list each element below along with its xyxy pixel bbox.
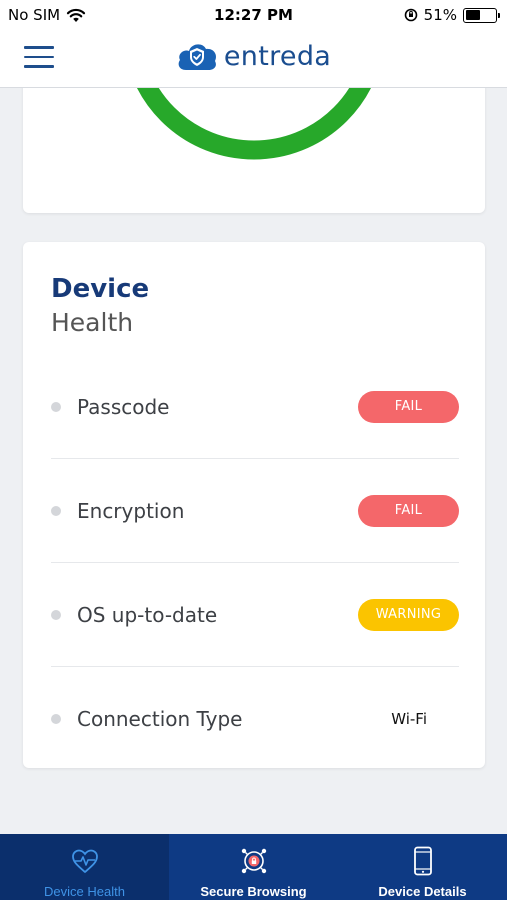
row-label: Passcode [77, 394, 170, 419]
status-right: 51% [404, 6, 500, 24]
row-label: Encryption [77, 498, 185, 523]
health-row-os: OS up-to-date WARNING [51, 563, 459, 667]
score-ring [137, 88, 371, 160]
scroll-content[interactable]: Device Health Passcode FAIL Encryption F… [0, 88, 507, 834]
battery-icon [463, 7, 500, 23]
heart-pulse-icon [71, 849, 98, 874]
bullet-dot [51, 401, 61, 412]
tab-label: Secure Browsing [200, 884, 307, 899]
phone-icon [413, 846, 432, 876]
secure-browsing-icon [241, 848, 266, 874]
tab-device-details[interactable]: Device Details [338, 834, 507, 900]
bullet-dot [51, 609, 61, 620]
tab-device-health[interactable]: Device Health [0, 834, 169, 900]
tab-secure-browsing[interactable]: Secure Browsing [169, 834, 338, 900]
health-row-passcode: Passcode FAIL [51, 355, 459, 459]
status-badge: WARNING [358, 598, 459, 631]
row-label: OS up-to-date [77, 602, 218, 627]
cloud-shield-icon [178, 44, 216, 70]
bottom-tab-bar: Device Health Secure Browsing Device Det… [0, 834, 507, 900]
device-health-card: Device Health Passcode FAIL Encryption F… [23, 242, 485, 768]
status-badge: FAIL [358, 390, 459, 423]
battery-fill [465, 10, 481, 20]
status-bar: No SIM 12:27 PM 51% [0, 0, 507, 30]
health-row-encryption: Encryption FAIL [51, 459, 459, 563]
score-card [23, 88, 485, 213]
status-badge: FAIL [358, 494, 459, 527]
tab-label: Device Health [44, 884, 125, 899]
bullet-dot [51, 505, 61, 516]
bullet-dot [51, 714, 61, 724]
tab-label: Device Details [378, 884, 467, 899]
device-health-title: Device Health [51, 272, 149, 340]
row-label: Connection Type [77, 707, 243, 731]
battery-percent: 51% [423, 6, 457, 24]
orientation-lock-icon [404, 8, 417, 22]
brand-name: entreda [223, 40, 332, 72]
brand-logo: entreda [0, 40, 507, 72]
app-header: entreda [0, 30, 507, 88]
health-row-connection: Connection Type Wi-Fi [51, 667, 459, 771]
connection-value: Wi-Fi [391, 710, 427, 728]
title-device: Device [51, 274, 150, 304]
title-health: Health [51, 308, 134, 337]
